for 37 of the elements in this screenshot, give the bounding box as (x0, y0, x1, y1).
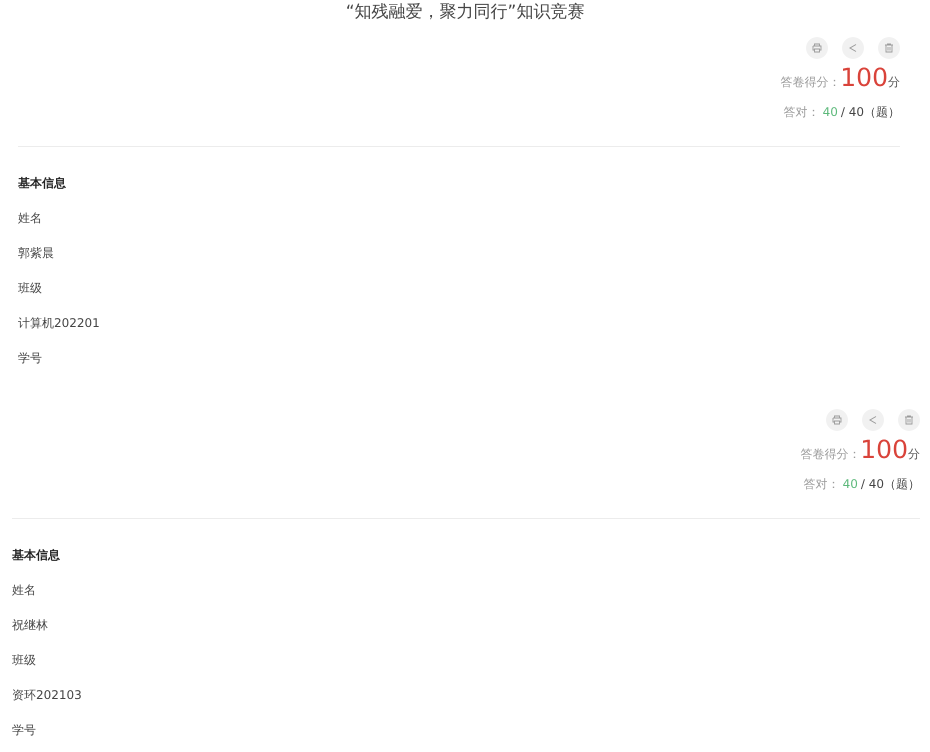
score-label: 答卷得分： (780, 74, 840, 91)
correct-count: 40 (822, 105, 838, 119)
printer-icon (812, 43, 822, 53)
correct-count: 40 (842, 477, 858, 491)
share-icon (868, 415, 878, 425)
field-label: 学号 (18, 350, 43, 367)
trash-icon (884, 43, 894, 53)
score-value: 100 (860, 435, 908, 465)
share-button[interactable] (862, 409, 884, 431)
correct-label: 答对： (784, 104, 820, 120)
section-title: 基本信息 (18, 175, 67, 192)
field-label: 姓名 (18, 210, 43, 227)
trash-icon (904, 415, 914, 425)
score-unit: 分 (888, 74, 900, 91)
quiz-title: “知残融爱，聚力同行”知识竞赛 (344, 1, 586, 24)
total-count: / 40（题） (840, 104, 900, 120)
share-button[interactable] (842, 37, 864, 59)
score-label: 答卷得分： (800, 446, 860, 463)
score-value: 100 (840, 63, 888, 93)
printer-icon (832, 415, 842, 425)
field-label: 班级 (18, 280, 43, 297)
score-unit: 分 (908, 446, 920, 463)
field-value: 资环202103 (12, 687, 83, 704)
print-button[interactable] (826, 409, 848, 431)
print-button[interactable] (806, 37, 828, 59)
delete-button[interactable] (898, 409, 920, 431)
total-count: / 40（题） (860, 476, 920, 492)
field-value: 郭紫晨 (18, 245, 55, 262)
field-value: 计算机202201 (18, 315, 101, 332)
field-label: 姓名 (12, 582, 37, 599)
correct-label: 答对： (804, 476, 840, 492)
delete-button[interactable] (878, 37, 900, 59)
field-value: 祝继林 (12, 617, 49, 634)
field-label: 班级 (12, 652, 37, 669)
field-label: 学号 (12, 722, 37, 739)
share-icon (848, 43, 858, 53)
section-title: 基本信息 (12, 547, 61, 564)
